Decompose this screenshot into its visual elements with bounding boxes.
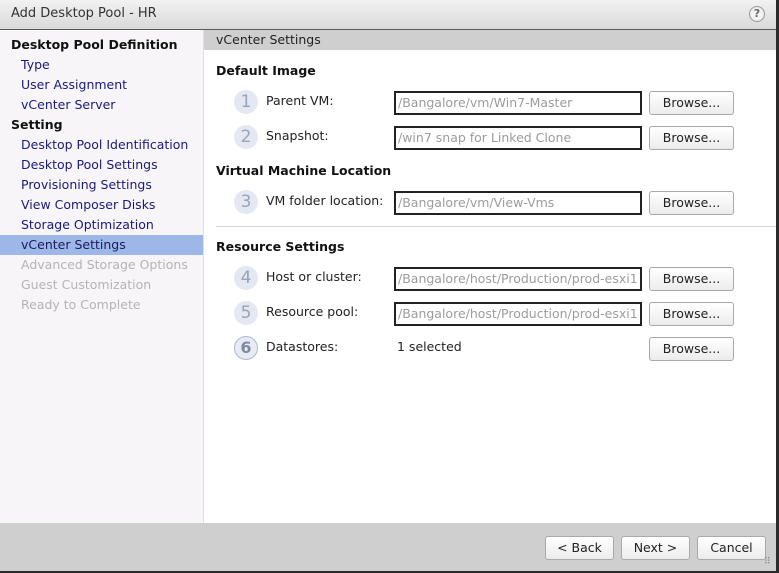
wizard-steps-sidebar: Desktop Pool Definition Type User Assign…: [0, 30, 204, 523]
dialog-titlebar: Add Desktop Pool - HR ?: [0, 0, 777, 30]
host-cluster-browse-button[interactable]: Browse...: [649, 267, 734, 291]
sidebar-item-desktop-pool-identification[interactable]: Desktop Pool Identification: [0, 135, 203, 155]
panel-header-title: vCenter Settings: [216, 32, 321, 47]
step-6-icon: 6: [234, 336, 258, 360]
parent-vm-label: Parent VM:: [266, 93, 334, 108]
sidebar-item-provisioning-settings[interactable]: Provisioning Settings: [0, 175, 203, 195]
vm-folder-browse-button[interactable]: Browse...: [649, 191, 734, 215]
datastores-value: 1 selected: [397, 339, 462, 354]
host-cluster-row: 4 Host or cluster: /Bangalore/host/Produ…: [204, 266, 776, 292]
sidebar-item-view-composer-disks[interactable]: View Composer Disks: [0, 195, 203, 215]
host-cluster-field[interactable]: /Bangalore/host/Production/prod-esxi1: [394, 267, 642, 291]
step-3-icon: 3: [234, 190, 258, 214]
next-button[interactable]: Next >: [621, 536, 690, 560]
parent-vm-browse-button[interactable]: Browse...: [649, 91, 734, 115]
step-4-icon: 4: [234, 266, 258, 290]
back-button[interactable]: < Back: [545, 536, 614, 560]
resource-pool-field[interactable]: /Bangalore/host/Production/prod-esxi1: [394, 302, 642, 326]
datastores-browse-button[interactable]: Browse...: [649, 337, 734, 361]
sidebar-item-type[interactable]: Type: [0, 55, 203, 75]
help-icon[interactable]: ?: [749, 6, 765, 22]
snapshot-label: Snapshot:: [266, 128, 329, 143]
step-2-icon: 2: [234, 125, 258, 149]
resource-pool-row: 5 Resource pool: /Bangalore/host/Product…: [204, 301, 776, 327]
parent-vm-field[interactable]: /Bangalore/vm/Win7-Master: [394, 91, 642, 115]
sidebar-item-vcenter-server[interactable]: vCenter Server: [0, 95, 203, 115]
sidebar-item-storage-optimization[interactable]: Storage Optimization: [0, 215, 203, 235]
sidebar-group-desktop-pool-definition: Desktop Pool Definition: [11, 37, 178, 52]
panel-header: vCenter Settings: [204, 30, 776, 50]
snapshot-field[interactable]: /win7 snap for Linked Clone: [394, 126, 642, 150]
resource-pool-browse-button[interactable]: Browse...: [649, 302, 734, 326]
step-1-icon: 1: [234, 90, 258, 114]
section-resource-settings: Resource Settings: [216, 239, 345, 254]
cancel-button[interactable]: Cancel: [697, 536, 766, 560]
vm-folder-label: VM folder location:: [266, 193, 384, 208]
sidebar-item-ready-to-complete: Ready to Complete: [21, 297, 141, 312]
vm-folder-row: 3 VM folder location: /Bangalore/vm/View…: [204, 190, 776, 216]
section-default-image: Default Image: [216, 63, 316, 78]
parent-vm-row: 1 Parent VM: /Bangalore/vm/Win7-Master B…: [204, 90, 776, 116]
sidebar-group-setting: Setting: [11, 117, 63, 132]
sidebar-item-vcenter-settings[interactable]: vCenter Settings: [0, 235, 203, 255]
host-cluster-label: Host or cluster:: [266, 269, 362, 284]
sidebar-item-guest-customization: Guest Customization: [21, 277, 152, 292]
section-divider: [216, 226, 776, 227]
snapshot-browse-button[interactable]: Browse...: [649, 126, 734, 150]
sidebar-item-desktop-pool-settings[interactable]: Desktop Pool Settings: [0, 155, 203, 175]
sidebar-item-advanced-storage-options: Advanced Storage Options: [21, 257, 188, 272]
datastores-row: 6 Datastores: 1 selected Browse...: [204, 336, 776, 362]
resize-grip-icon[interactable]: ⠿: [764, 558, 774, 570]
step-5-icon: 5: [234, 301, 258, 325]
vm-folder-field[interactable]: /Bangalore/vm/View-Vms: [394, 191, 642, 215]
dialog-title: Add Desktop Pool - HR: [11, 6, 157, 21]
snapshot-row: 2 Snapshot: /win7 snap for Linked Clone …: [204, 125, 776, 151]
sidebar-item-user-assignment[interactable]: User Assignment: [0, 75, 203, 95]
vcenter-settings-panel: vCenter Settings Default Image 1 Parent …: [204, 30, 776, 523]
section-vm-location: Virtual Machine Location: [216, 163, 392, 178]
datastores-label: Datastores:: [266, 339, 339, 354]
resource-pool-label: Resource pool:: [266, 304, 359, 319]
